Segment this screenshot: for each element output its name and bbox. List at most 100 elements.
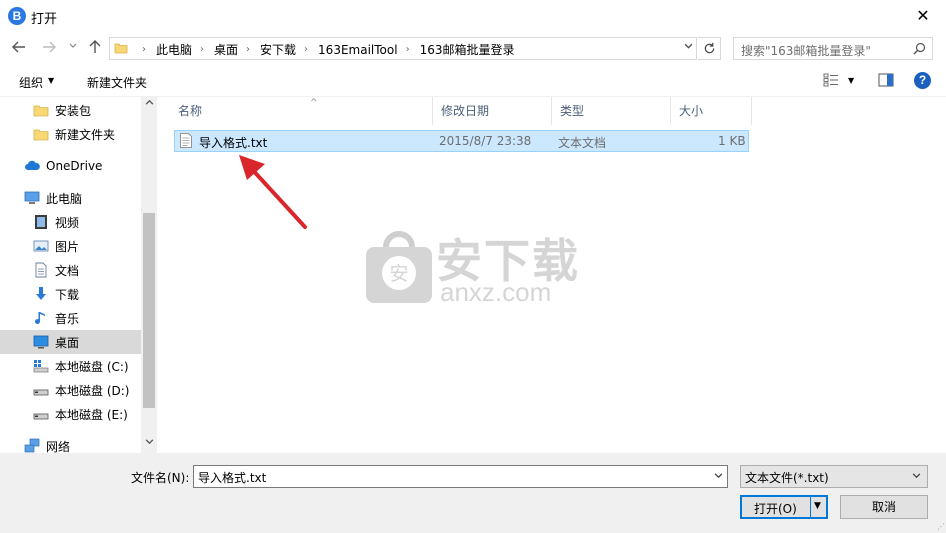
sidebar-item-label: 本地磁盘 (D:) [55, 383, 130, 398]
sidebar-item-label: 安装包 [55, 103, 92, 118]
breadcrumb-item[interactable]: 163邮箱批量登录 [420, 41, 515, 58]
sidebar-item-desktop[interactable]: 桌面 [0, 330, 141, 354]
chevron-down-icon[interactable] [714, 471, 723, 482]
organize-button[interactable]: 组织 [19, 74, 43, 91]
sidebar-item-label: 此电脑 [46, 191, 83, 206]
breadcrumb-separator[interactable]: › [406, 44, 410, 55]
title-bar: B 打开 ✕ [0, 0, 946, 32]
sidebar-item-installers[interactable]: 安装包 [0, 98, 141, 122]
filetype-select[interactable]: 文本文件(*.txt) [740, 465, 928, 488]
sidebar-item-label: 网络 [46, 439, 71, 454]
open-button-label: 打开(O) [754, 502, 797, 516]
sidebar-item-label: 新建文件夹 [55, 127, 116, 142]
recent-locations-button[interactable] [64, 39, 82, 57]
breadcrumb-separator[interactable]: › [200, 44, 204, 55]
navigation-bar: › 此电脑 › 桌面 › 安下载 › 163EmailTool › 163邮箱批… [0, 32, 946, 64]
navigation-scrollbar[interactable] [141, 97, 157, 453]
sidebar-item-label: 桌面 [55, 335, 80, 350]
file-name: 导入格式.txt [199, 136, 268, 150]
drive-icon [33, 413, 49, 420]
window-title: 打开 [31, 12, 58, 27]
view-options-icon[interactable] [823, 73, 839, 87]
breadcrumb-item[interactable]: 163EmailTool [318, 43, 398, 57]
address-history-button[interactable] [684, 42, 693, 54]
sidebar-item-pictures[interactable]: 图片 [0, 234, 141, 258]
breadcrumb-item[interactable]: 安下载 [260, 41, 296, 58]
dialog-footer: 文件名(N): 导入格式.txt 文本文件(*.txt) 打开(O) ▼ 取消 … [0, 453, 946, 533]
sidebar-item-label: 音乐 [55, 311, 80, 326]
sidebar-item-drive-c[interactable]: 本地磁盘 (C:) [0, 354, 141, 378]
chevron-down-icon[interactable]: ▼ [848, 76, 854, 85]
scroll-up-button[interactable] [141, 97, 157, 114]
file-row[interactable]: 导入格式.txt 2015/8/7 23:38 文本文档 1 KB [174, 130, 749, 152]
folder-icon [33, 129, 49, 141]
help-icon[interactable]: ? [914, 72, 931, 89]
up-button[interactable] [86, 39, 104, 57]
breadcrumb-separator[interactable]: › [304, 44, 308, 55]
refresh-button[interactable] [698, 37, 721, 60]
sidebar-item-network[interactable]: 网络 [0, 434, 141, 453]
sidebar-item-documents[interactable]: 文档 [0, 258, 141, 282]
open-options-button[interactable]: ▼ [814, 501, 821, 511]
watermark-badge: 安 [389, 263, 408, 285]
column-header-size[interactable]: 大小 [671, 97, 752, 125]
video-icon [35, 215, 47, 229]
text-file-icon [180, 133, 192, 148]
file-size: 1 KB [718, 134, 746, 148]
cancel-button[interactable]: 取消 [840, 495, 928, 519]
address-bar[interactable]: › 此电脑 › 桌面 › 安下载 › 163EmailTool › 163邮箱批… [109, 37, 697, 60]
sidebar-item-new-folder[interactable]: 新建文件夹 [0, 122, 141, 146]
file-type: 文本文档 [558, 136, 607, 150]
arrow-right-icon [43, 41, 56, 53]
column-header-label: 名称 [178, 104, 203, 118]
sidebar-item-onedrive[interactable]: OneDrive [0, 154, 141, 178]
sort-ascending-icon: ^ [310, 98, 318, 108]
sidebar-item-label: OneDrive [46, 159, 103, 173]
chevron-down-icon [912, 471, 921, 482]
sidebar-item-this-pc[interactable]: 此电脑 [0, 186, 141, 210]
drive-icon [33, 389, 49, 396]
close-button[interactable]: ✕ [900, 0, 946, 32]
sidebar-item-label: 视频 [55, 215, 80, 230]
back-button[interactable] [10, 39, 28, 57]
breadcrumb-separator: › [142, 44, 146, 55]
resize-grip-icon[interactable]: ⋰ [937, 522, 945, 531]
sidebar-item-videos[interactable]: 视频 [0, 210, 141, 234]
breadcrumb-separator[interactable]: › [246, 44, 250, 55]
filename-input[interactable]: 导入格式.txt [193, 465, 728, 488]
column-header-name[interactable]: 名称 ^ [170, 97, 433, 125]
breadcrumb-item[interactable]: 此电脑 [156, 41, 192, 58]
file-modified: 2015/8/7 23:38 [439, 134, 532, 148]
preview-pane-icon[interactable] [878, 73, 894, 87]
navigation-pane: 安装包 新建文件夹 OneDrive 此电脑 视频 图片 文档 下载 音乐 桌面… [0, 97, 157, 453]
breadcrumb-item[interactable]: 桌面 [214, 41, 238, 58]
picture-icon [33, 240, 49, 252]
breadcrumb: › 此电脑 › 桌面 › 安下载 › 163EmailTool › 163邮箱批… [134, 41, 514, 58]
chevron-up-icon [145, 99, 153, 105]
open-button[interactable]: 打开(O) ▼ [740, 495, 828, 519]
search-input[interactable]: 搜索"163邮箱批量登录" [733, 37, 933, 60]
cloud-icon [25, 160, 40, 170]
search-icon [913, 42, 926, 55]
sidebar-item-downloads[interactable]: 下载 [0, 282, 141, 306]
scrollbar-thumb[interactable] [143, 213, 155, 408]
new-folder-button[interactable]: 新建文件夹 [87, 74, 147, 91]
column-header-type[interactable]: 类型 [552, 97, 671, 125]
arrow-left-icon [12, 41, 25, 53]
folder-icon [33, 105, 49, 117]
sidebar-item-drive-e[interactable]: 本地磁盘 (E:) [0, 402, 141, 426]
sidebar-item-label: 本地磁盘 (C:) [55, 359, 129, 374]
sidebar-item-drive-d[interactable]: 本地磁盘 (D:) [0, 378, 141, 402]
chevron-down-icon[interactable]: ▼ [48, 76, 54, 85]
chevron-down-icon [69, 43, 77, 48]
sidebar-item-music[interactable]: 音乐 [0, 306, 141, 330]
chevron-down-icon [684, 43, 693, 49]
column-header-modified[interactable]: 修改日期 [433, 97, 552, 125]
watermark: 安 安下载 anxz.com [364, 225, 584, 310]
desktop-icon [33, 335, 49, 349]
forward-button[interactable] [40, 39, 58, 57]
scroll-down-button[interactable] [141, 436, 157, 453]
annotation-arrow [239, 155, 307, 229]
folder-icon [114, 43, 128, 54]
search-placeholder: 搜索"163邮箱批量登录" [741, 44, 871, 58]
